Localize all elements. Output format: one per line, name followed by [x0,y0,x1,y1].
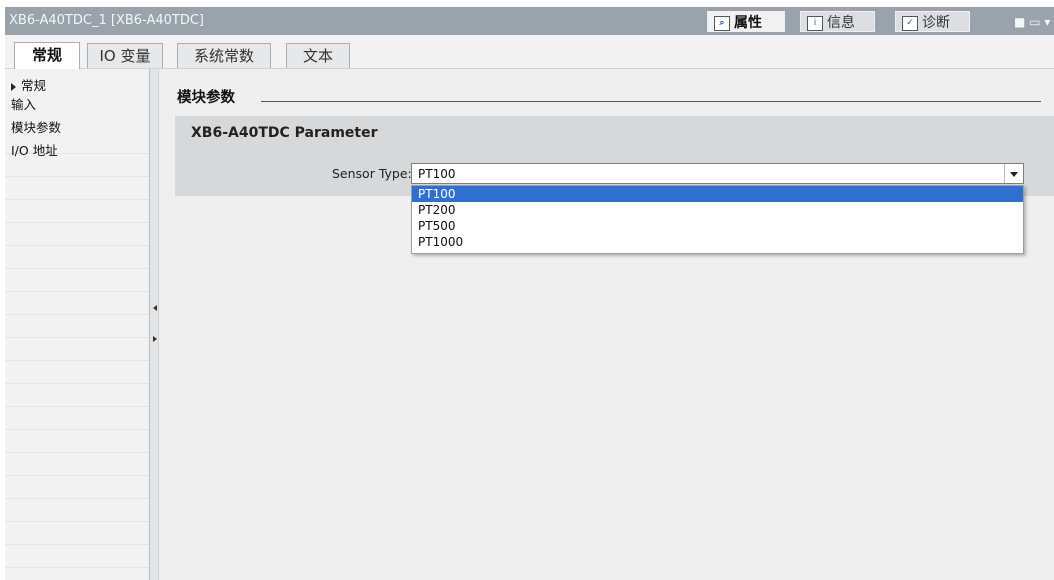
tab-info[interactable]: i 信息 [800,11,875,32]
divider [5,176,149,177]
menu-chevron-down-icon[interactable]: ▾ [1044,15,1050,29]
tab-general[interactable]: 常规 [14,42,80,69]
sensor-type-select[interactable]: PT100 [411,163,1024,184]
pane-splitter[interactable] [149,69,159,580]
divider [5,383,149,384]
expand-right-icon[interactable] [153,336,157,342]
sensor-type-value: PT100 [418,167,456,181]
main-tab-bar: 常规 IO 变量 系统常数 文本 [5,35,1054,69]
nav-item-module-parameters[interactable]: 模块参数 [11,117,61,136]
chevron-down-icon [1010,172,1018,177]
window-title: XB6-A40TDC_1 [XB6-A40TDC] [9,13,204,28]
divider [5,498,149,499]
navigation-pane: 常规 输入 模块参数 I/O 地址 [5,69,149,580]
divider [5,475,149,476]
divider [5,268,149,269]
tab-diagnostics[interactable]: ✓ 诊断 [895,11,970,32]
maximize-icon[interactable]: ▭ [1029,15,1040,29]
divider [5,337,149,338]
divider [5,452,149,453]
properties-icon: ⌕ [714,15,730,31]
divider [5,314,149,315]
divider [5,567,149,568]
divider [5,245,149,246]
divider [5,429,149,430]
diagnostics-icon: ✓ [902,15,918,31]
divider [5,222,149,223]
tab-io-variables[interactable]: IO 变量 [87,43,163,68]
content-area: 模块参数 XB6-A40TDC Parameter Sensor Type: P… [159,69,1054,580]
tab-properties-label: 属性 [734,15,762,31]
window-buttons: ■ ▭ ▾ [1014,15,1050,29]
tab-system-constants[interactable]: 系统常数 [177,43,271,68]
collapse-left-icon[interactable] [153,305,157,311]
panel-title: XB6-A40TDC Parameter [191,125,378,141]
tab-diagnostics-label: 诊断 [922,15,950,31]
tab-info-label: 信息 [827,15,855,31]
divider [5,521,149,522]
expand-arrow-icon[interactable] [11,82,16,91]
divider [5,406,149,407]
tab-properties[interactable]: ⌕ 属性 [707,11,785,32]
tab-texts[interactable]: 文本 [286,43,350,68]
nav-item-general-label: 常规 [21,78,47,93]
sensor-type-label: Sensor Type: [332,166,412,181]
dropdown-option[interactable]: PT500 [412,218,1023,234]
nav-item-input[interactable]: 输入 [11,94,36,113]
dropdown-option[interactable]: PT200 [412,202,1023,218]
divider [5,291,149,292]
sensor-type-dropdown-list: PT100 PT200 PT500 PT1000 [411,185,1024,254]
divider [5,544,149,545]
dropdown-option[interactable]: PT100 [412,186,1023,202]
nav-item-io-address[interactable]: I/O 地址 [11,140,58,159]
divider [5,199,149,200]
nav-item-general[interactable]: 常规 [11,75,46,94]
dropdown-option[interactable]: PT1000 [412,234,1023,250]
section-title: 模块参数 [177,90,235,106]
info-icon: i [807,15,823,31]
parameter-panel: XB6-A40TDC Parameter Sensor Type: [175,116,1054,196]
inspector-title-bar: XB6-A40TDC_1 [XB6-A40TDC] ⌕ 属性 i 信息 ✓ 诊断 ■ … [5,7,1054,35]
section-rule [261,101,1041,102]
dropdown-button[interactable] [1004,164,1023,183]
float-window-icon[interactable]: ■ [1014,15,1025,29]
divider [5,360,149,361]
